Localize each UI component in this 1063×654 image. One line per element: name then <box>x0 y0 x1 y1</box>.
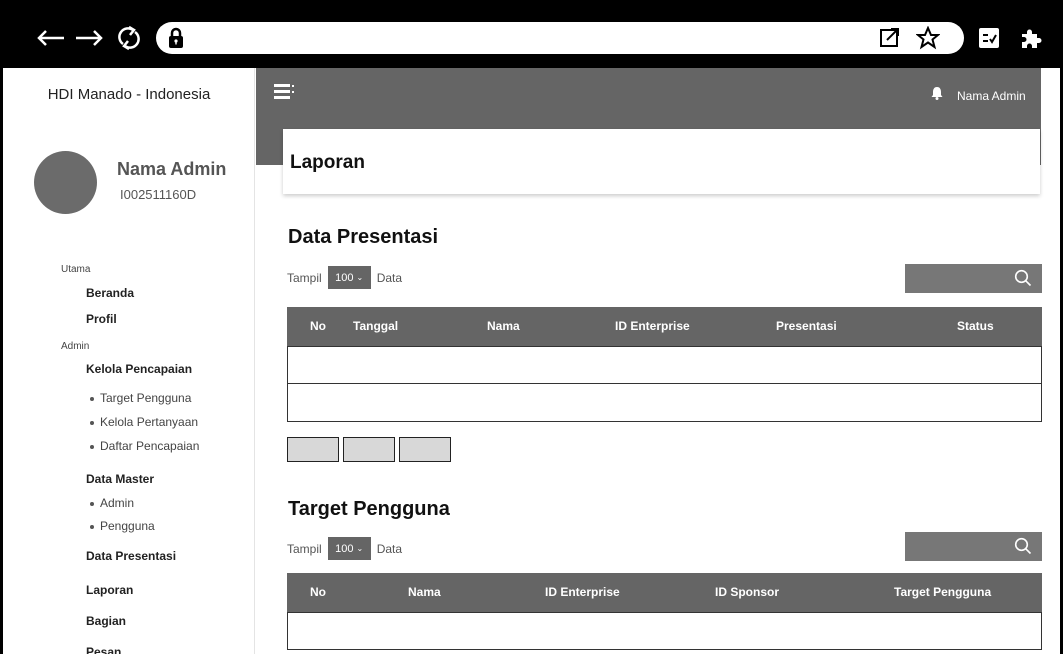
page-title: Laporan <box>290 152 365 173</box>
sidebar-item-data-presentasi[interactable]: Data Presentasi <box>86 549 176 563</box>
bookmark-star-icon[interactable] <box>916 26 940 50</box>
column-header[interactable]: Nama <box>408 585 441 599</box>
sidebar-subitem-admin[interactable]: Admin <box>90 496 134 510</box>
lock-icon <box>169 27 183 48</box>
avatar <box>34 151 97 214</box>
sidebar-subitem-label: Target Pengguna <box>100 391 192 405</box>
menu-section-admin: Admin <box>61 341 90 352</box>
sidebar-subitem-label: Admin <box>100 496 135 510</box>
hamburger-icon[interactable] <box>274 84 294 100</box>
sidebar: HDI Manado - Indonesia Nama Admin I00251… <box>3 68 255 654</box>
search-icon <box>1014 269 1032 287</box>
search-icon <box>1014 537 1032 555</box>
presentasi-table-header: No Tanggal Nama ID Enterprise Presentasi… <box>287 307 1042 346</box>
back-arrow-icon[interactable] <box>34 22 68 54</box>
column-header[interactable]: Status <box>957 319 994 333</box>
table-row[interactable] <box>287 612 1042 650</box>
sidebar-item-beranda[interactable]: Beranda <box>86 286 134 300</box>
target-show-entries: Tampil 100 ⌄ Data <box>287 537 402 560</box>
topbar-admin-name[interactable]: Nama Admin <box>957 89 1026 103</box>
column-header[interactable]: No <box>310 585 326 599</box>
sidebar-item-laporan[interactable]: Laporan <box>86 583 133 597</box>
column-header[interactable]: Target Pengguna <box>894 585 991 599</box>
sidebar-admin-name: Nama Admin <box>117 159 227 179</box>
entries-value: 100 <box>335 271 354 284</box>
bullet-icon <box>90 420 94 425</box>
sidebar-subitem-target-pengguna[interactable]: Target Pengguna <box>90 391 191 405</box>
sidebar-subitem-label: Daftar Pencapaian <box>100 439 200 453</box>
entries-suffix: Data <box>376 541 403 556</box>
bullet-icon <box>90 524 94 529</box>
bell-icon[interactable] <box>930 86 944 100</box>
sidebar-subitem-pengguna[interactable]: Pengguna <box>90 519 155 533</box>
chevron-down-icon: ⌄ <box>356 544 364 553</box>
sidebar-item-data-master[interactable]: Data Master <box>86 472 154 486</box>
pagination-button[interactable] <box>343 437 395 462</box>
section-heading-presentasi: Data Presentasi <box>288 226 439 248</box>
sidebar-admin-id: I002511160D <box>120 187 197 202</box>
sidebar-item-pesan[interactable]: Pesan <box>86 645 121 654</box>
show-label: Tampil <box>287 541 322 556</box>
page-title-card: Laporan <box>283 129 1040 194</box>
sidebar-subitem-kelola-pertanyaan[interactable]: Kelola Pertanyaan <box>90 415 198 429</box>
chevron-down-icon: ⌄ <box>356 273 364 282</box>
show-label: Tampil <box>287 270 322 285</box>
section-heading-target: Target Pengguna <box>288 498 450 520</box>
entries-value: 100 <box>335 542 354 555</box>
sidebar-item-profil[interactable]: Profil <box>86 312 117 326</box>
entries-select[interactable]: 100 ⌄ <box>327 537 371 560</box>
brand-title: HDI Manado - Indonesia <box>47 85 211 103</box>
bullet-icon <box>90 396 94 401</box>
bullet-icon <box>90 444 94 449</box>
target-table-header: No Nama ID Enterprise ID Sponsor Target … <box>287 573 1042 612</box>
sidebar-subitem-daftar-pencapaian[interactable]: Daftar Pencapaian <box>90 439 199 453</box>
reload-icon[interactable] <box>112 22 146 54</box>
menu-section-utama: Utama <box>61 264 91 275</box>
sidebar-item-kelola-pencapaian[interactable]: Kelola Pencapaian <box>86 362 192 376</box>
column-header[interactable]: ID Sponsor <box>715 585 779 599</box>
sidebar-subitem-label: Kelola Pertanyaan <box>100 415 199 429</box>
sidebar-subitem-label: Pengguna <box>100 519 155 533</box>
column-header[interactable]: Presentasi <box>776 319 837 333</box>
forward-arrow-icon[interactable] <box>72 22 106 54</box>
bullet-icon <box>90 501 94 506</box>
sidebar-item-bagian[interactable]: Bagian <box>86 614 126 628</box>
presentasi-show-entries: Tampil 100 ⌄ Data <box>287 266 402 289</box>
address-bar[interactable] <box>156 22 964 54</box>
column-header[interactable]: ID Enterprise <box>615 319 690 333</box>
presentasi-search-input[interactable] <box>905 264 1042 293</box>
extensions-puzzle-icon[interactable] <box>1018 22 1044 54</box>
pagination-button[interactable] <box>287 437 339 462</box>
target-search-input[interactable] <box>905 532 1042 561</box>
column-header[interactable]: ID Enterprise <box>545 585 620 599</box>
column-header[interactable]: No <box>310 319 326 333</box>
reading-list-icon[interactable] <box>976 22 1002 54</box>
table-row[interactable] <box>287 346 1042 384</box>
open-external-icon[interactable] <box>879 27 901 49</box>
pagination-button[interactable] <box>399 437 451 462</box>
column-header[interactable]: Tanggal <box>353 319 398 333</box>
entries-suffix: Data <box>376 270 403 285</box>
column-header[interactable]: Nama <box>487 319 520 333</box>
entries-select[interactable]: 100 ⌄ <box>327 266 371 289</box>
table-row[interactable] <box>287 384 1042 422</box>
